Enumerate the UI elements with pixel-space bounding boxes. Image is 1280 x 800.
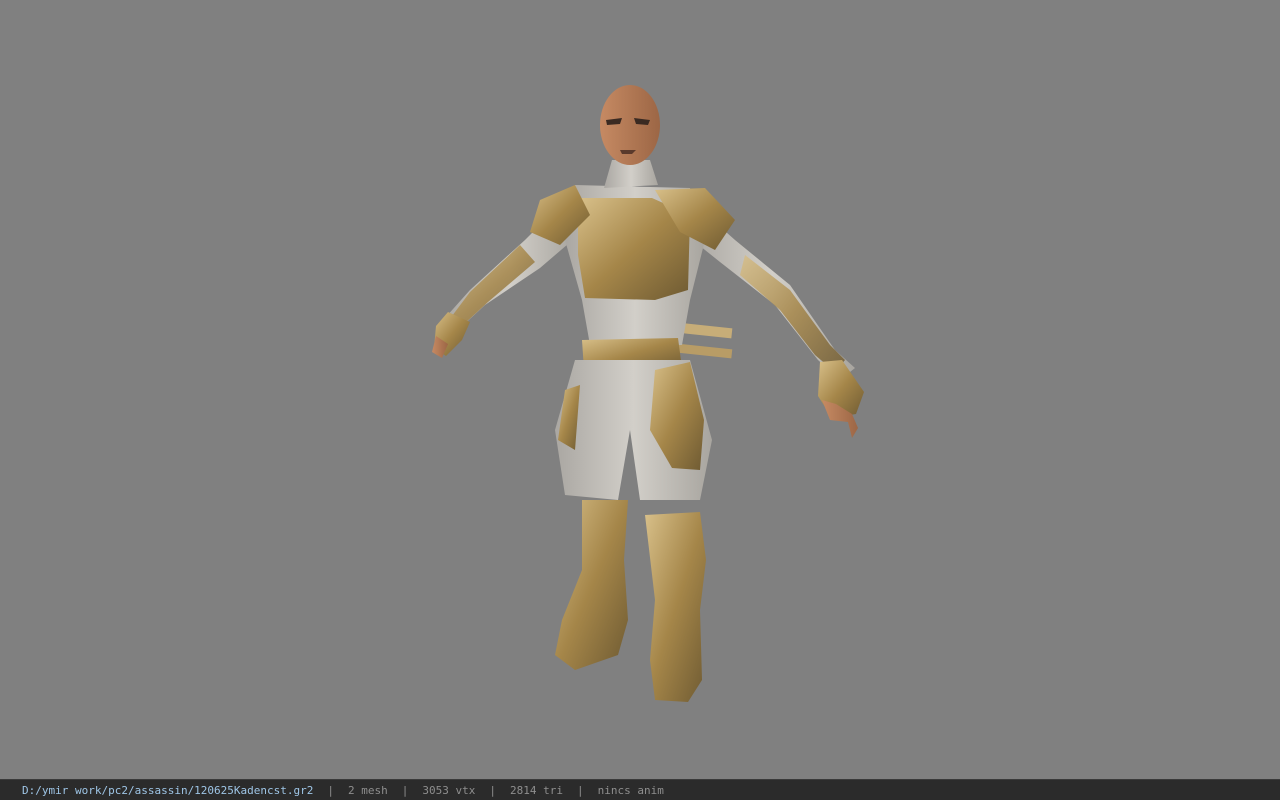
separator: | [489,783,497,797]
separator: | [577,783,584,797]
animation-status: nincs anim [597,783,664,797]
3d-viewport[interactable] [0,0,1280,779]
separator: | [401,783,409,797]
character-model-icon [432,85,864,702]
separator: | [327,783,335,797]
file-path: D:/ymir work/pc2/assassin/120625Kadencst… [22,783,314,797]
status-bar: D:/ymir work/pc2/assassin/120625Kadencst… [0,779,1280,800]
mesh-count: 2 mesh [348,783,388,797]
vertex-count: 3053 vtx [422,783,476,797]
triangle-count: 2814 tri [510,783,563,797]
